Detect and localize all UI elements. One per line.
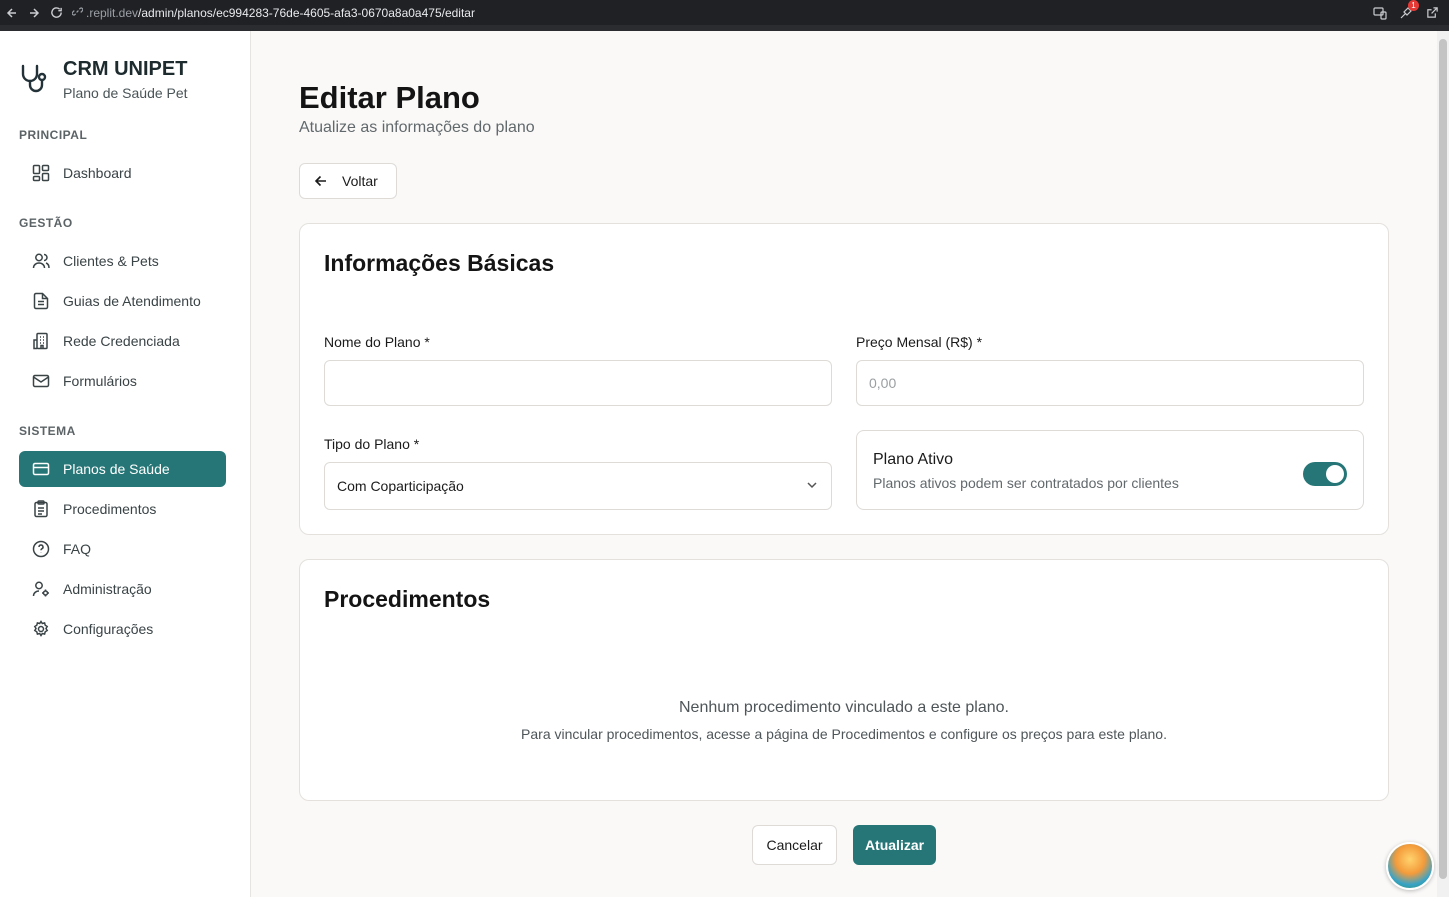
plan-type-select[interactable]: Com Coparticipação [324,462,832,510]
sidebar-item-procedimentos[interactable]: Procedimentos [19,491,226,527]
section-label-sistema: SISTEMA [19,424,76,438]
user-cog-icon [31,579,51,599]
section-label-principal: PRINCIPAL [19,128,88,142]
sidebar-item-administracao[interactable]: Administração [19,571,226,607]
settings-icon [31,619,51,639]
users-icon [31,251,51,271]
sidebar-item-label: Configurações [63,621,154,637]
open-external-icon[interactable] [1423,4,1441,22]
link-icon [71,6,84,20]
sidebar-item-configuracoes[interactable]: Configurações [19,611,226,647]
sidebar-item-label: Administração [63,581,152,597]
toggle-knob [1326,465,1344,483]
plan-active-description: Planos ativos podem ser contratados por … [873,475,1179,491]
sidebar-item-dashboard[interactable]: Dashboard [19,155,226,191]
sidebar-item-label: Formulários [63,373,137,389]
sidebar-item-faq[interactable]: FAQ [19,531,226,567]
browser-toolbar: .replit.dev/admin/planos/ec994283-76de-4… [0,0,1449,25]
page-scrollbar[interactable] [1437,31,1449,897]
plan-active-box: Plano Ativo Planos ativos podem ser cont… [856,430,1364,510]
procedures-title: Procedimentos [324,586,491,612]
back-button-label: Voltar [342,173,378,189]
chevron-down-icon [805,478,819,495]
procedures-empty-title: Nenhum procedimento vinculado a este pla… [679,699,1009,716]
plan-name-input[interactable] [324,360,832,406]
plan-type-value: Com Coparticipação [337,478,464,494]
basic-info-title: Informações Básicas [324,250,555,276]
price-placeholder: 0,00 [869,375,897,391]
update-button[interactable]: Atualizar [853,825,936,865]
credit-card-icon [31,459,51,479]
basic-info-card: Informações Básicas Nome do Plano * Preç… [299,223,1389,535]
brand: CRM UNIPET Plano de Saúde Pet [19,57,188,101]
cancel-button[interactable]: Cancelar [752,825,837,865]
sidebar-item-formularios[interactable]: Formulários [19,363,226,399]
stethoscope-icon [19,63,51,99]
sidebar-item-planos[interactable]: Planos de Saúde [19,451,226,487]
main-content: Editar Plano Atualize as informações do … [251,31,1437,897]
brand-title: CRM UNIPET [63,58,188,80]
sidebar-item-label: Guias de Atendimento [63,293,201,309]
procedures-empty-description: Para vincular procedimentos, acesse a pá… [521,726,1167,742]
sidebar-item-label: Procedimentos [63,501,157,517]
sidebar-item-label: FAQ [63,541,92,557]
sidebar-item-label: Dashboard [63,165,132,181]
back-button[interactable]: Voltar [299,163,397,199]
assistant-avatar[interactable] [1386,842,1434,890]
plan-active-title: Plano Ativo [873,451,954,468]
forward-arrow-icon[interactable] [24,0,44,25]
devices-icon[interactable] [1371,4,1389,22]
price-input[interactable]: 0,00 [856,360,1364,406]
page-subtitle: Atualize as informações do plano [299,119,535,136]
grid-icon [31,163,51,183]
file-text-icon [31,291,51,311]
arrow-left-icon [314,175,326,187]
plan-name-label: Nome do Plano * [324,334,430,350]
sidebar: CRM UNIPET Plano de Saúde Pet PRINCIPAL … [0,31,251,897]
clipboard-icon [31,499,51,519]
section-label-gestao: GESTÃO [19,216,73,230]
mail-icon [31,371,51,391]
back-arrow-icon[interactable] [2,0,22,25]
sidebar-item-label: Rede Credenciada [63,333,180,349]
notification-badge: 1 [1408,0,1419,11]
sidebar-item-guias[interactable]: Guias de Atendimento [19,283,226,319]
sidebar-item-label: Planos de Saúde [63,461,170,477]
extension-icon[interactable]: 1 [1397,0,1419,22]
help-circle-icon [31,539,51,559]
plan-type-label: Tipo do Plano * [324,436,420,452]
plan-active-toggle[interactable] [1303,462,1347,486]
sidebar-item-rede[interactable]: Rede Credenciada [19,323,226,359]
procedures-card: Procedimentos Nenhum procedimento vincul… [299,559,1389,801]
sidebar-item-label: Clientes & Pets [63,253,159,269]
scrollbar-thumb[interactable] [1439,39,1447,879]
address-bar[interactable]: .replit.dev/admin/planos/ec994283-76de-4… [71,0,475,25]
url-path: /admin/planos/ec994283-76de-4605-afa3-06… [138,5,475,20]
building-icon [31,331,51,351]
sidebar-item-clientes[interactable]: Clientes & Pets [19,243,226,279]
reload-icon[interactable] [46,0,66,25]
url-host: .replit.dev [86,5,139,20]
page-title: Editar Plano [299,80,480,115]
brand-subtitle: Plano de Saúde Pet [63,85,188,101]
price-label: Preço Mensal (R$) * [856,334,983,350]
